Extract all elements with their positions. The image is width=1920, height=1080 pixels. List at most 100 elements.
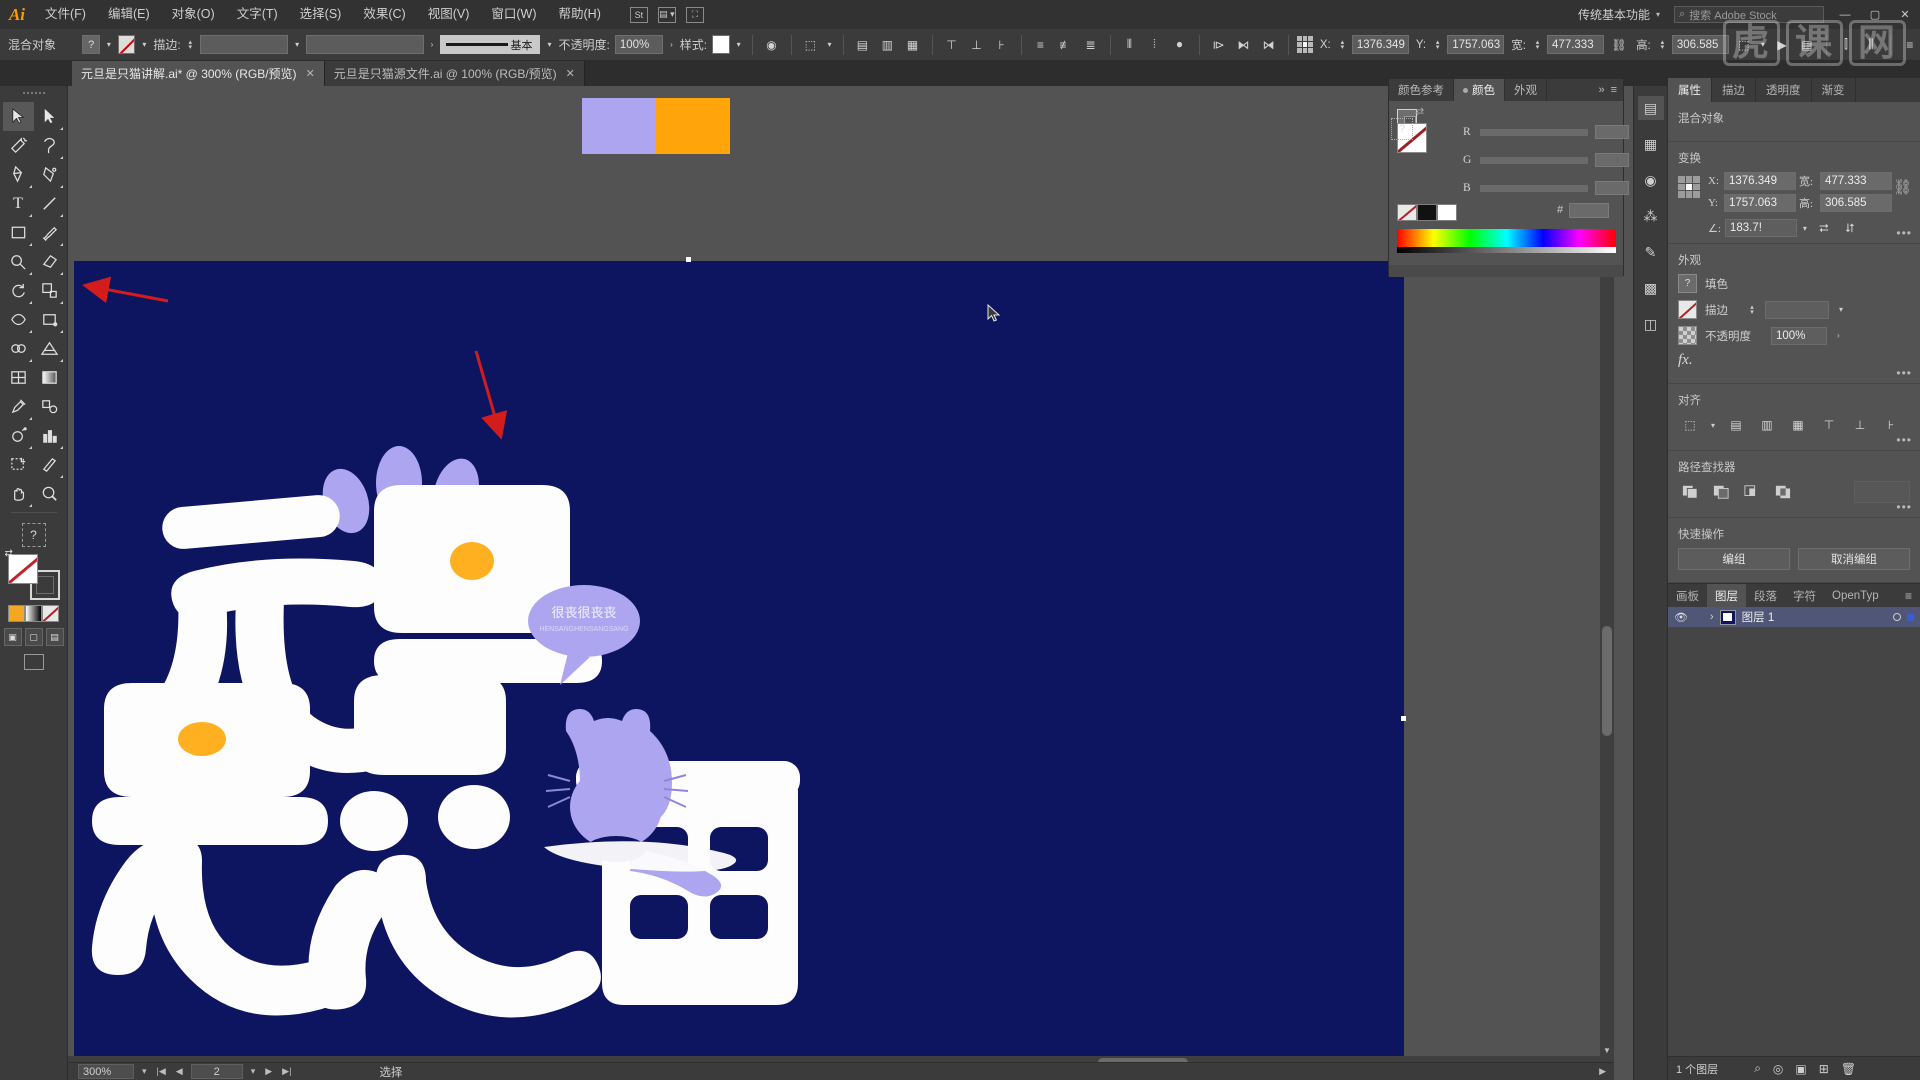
menu-type[interactable]: 文字(T) [226, 0, 289, 29]
stroke-variable-width-input[interactable] [306, 35, 424, 54]
status-menu-icon[interactable]: ▶ [1599, 1066, 1614, 1077]
distribute-center-icon[interactable]: ⦙ [1144, 34, 1164, 56]
type-tool[interactable]: T [3, 189, 34, 218]
collapse-panel-icon[interactable]: » [1598, 84, 1604, 96]
transform-flyout-icon[interactable]: ⬚ [1734, 34, 1754, 56]
draw-inside-icon[interactable]: ▤ [45, 628, 64, 646]
paintbrush-tool[interactable] [34, 218, 65, 247]
cp-none-swatch[interactable] [1397, 204, 1417, 221]
scale-tool[interactable] [34, 276, 65, 305]
stroke-swatch[interactable] [117, 35, 136, 54]
canvas-area[interactable]: 使用【矩形工具】绘制深蓝色矩形作为背景 [68, 86, 1614, 1056]
perspective-grid-tool[interactable] [34, 334, 65, 363]
shape-builder-tool[interactable] [3, 334, 34, 363]
prop-stroke-stepper[interactable]: ▴ ▾ [1747, 304, 1757, 316]
slice-tool[interactable] [34, 450, 65, 479]
fullscreen-icon[interactable]: ⛶ [685, 6, 704, 23]
arrange-documents-icon[interactable]: ▤ ▾ [657, 6, 676, 23]
stroke-caret-icon[interactable]: ▾ [140, 40, 148, 49]
appearance-opacity-icon[interactable] [1678, 326, 1697, 345]
hand-tool[interactable] [3, 479, 34, 508]
zoom-tool[interactable] [34, 479, 65, 508]
tab-character[interactable]: 字符 [1785, 584, 1824, 607]
line-segment-tool[interactable] [34, 189, 65, 218]
y-input[interactable]: 1757.063 [1447, 35, 1505, 54]
prop-stroke-weight-input[interactable] [1765, 300, 1829, 319]
close-button[interactable]: ✕ [1890, 0, 1920, 29]
lasso-tool[interactable] [34, 131, 65, 160]
color-grayscale-bar[interactable] [1397, 247, 1616, 253]
fill-swatch[interactable]: ? [82, 35, 100, 54]
vertical-scroll-thumb[interactable] [1602, 626, 1612, 736]
align-center-vertical-button[interactable]: ⊥ [1848, 414, 1872, 436]
swap-fill-stroke-icon[interactable]: ⇄ [5, 548, 13, 559]
align-right-button[interactable]: ▦ [1786, 414, 1810, 436]
maximize-button[interactable]: ▢ [1860, 0, 1890, 29]
x-stepper[interactable]: ▴ ▾ [1338, 39, 1347, 51]
rectangle-tool[interactable] [3, 218, 34, 247]
align-center-horizontal-button[interactable]: ▥ [1755, 414, 1779, 436]
first-artboard-icon[interactable]: |◀ [155, 1066, 168, 1077]
prop-y-input[interactable]: 1757.063 [1724, 194, 1796, 212]
pathfinder-icon[interactable]: ◫ [1638, 312, 1664, 336]
align-left-icon[interactable]: ▤ [852, 34, 872, 56]
width-tool[interactable] [3, 305, 34, 334]
layer-target-icon[interactable] [1893, 613, 1901, 621]
new-sublayer-icon[interactable]: ▣ [1795, 1062, 1806, 1076]
align-top-icon[interactable]: ⊤ [941, 34, 961, 56]
cp-swap-icon[interactable]: ⇄ [1415, 105, 1424, 118]
tab-appearance[interactable]: 外观 [1505, 79, 1547, 101]
distribute-top-icon[interactable]: ≡ [1030, 34, 1050, 56]
transform-reference-point[interactable] [1678, 176, 1700, 198]
tab-color-guide[interactable]: 颜色参考 [1389, 79, 1454, 101]
selection-tool[interactable] [2, 102, 34, 131]
tab-stroke[interactable]: 描边 [1712, 78, 1756, 102]
tab-color[interactable]: 颜色 [1454, 79, 1505, 101]
channel-input-r[interactable] [1595, 125, 1629, 139]
tab-2-close-icon[interactable]: ✕ [566, 67, 575, 80]
channel-input-b[interactable] [1595, 181, 1629, 195]
distribute-bottom-icon[interactable]: ≣ [1080, 34, 1100, 56]
column-graph-tool[interactable] [34, 421, 65, 450]
tab-gradient[interactable]: 渐变 [1812, 78, 1856, 102]
brushes-icon[interactable]: ✎ [1638, 240, 1664, 264]
tab-properties[interactable]: 属性 [1668, 78, 1712, 102]
direct-selection-tool[interactable] [34, 102, 65, 131]
menu-help[interactable]: 帮助(H) [548, 0, 612, 29]
menu-effect[interactable]: 效果(C) [352, 0, 416, 29]
document-tab-1[interactable]: 元旦是只猫讲解.ai* @ 300% (RGB/预览) ✕ [72, 61, 325, 86]
screen-mode-icon[interactable] [23, 654, 44, 670]
align-vertical-center-icon[interactable]: ⊥ [966, 34, 986, 56]
distribute-spacing-center-icon[interactable]: ⧑ [1233, 34, 1253, 56]
shaper-tool[interactable] [3, 247, 34, 276]
zoom-level-input[interactable]: 300% [78, 1064, 134, 1079]
mesh-tool[interactable] [3, 363, 34, 392]
artboard[interactable]: 很丧很丧丧 HENSANGHENSANGSANG [74, 257, 1406, 1056]
scroll-down-icon[interactable]: ▼ [1603, 1046, 1611, 1055]
color-panel-menu-icon[interactable]: ≡ [1611, 84, 1617, 96]
flip-vertical-icon[interactable]: ⮃ [1839, 217, 1861, 239]
prop-x-input[interactable]: 1376.349 [1724, 172, 1796, 190]
symbol-sprayer-tool[interactable] [3, 421, 34, 450]
pen-tool[interactable] [3, 160, 34, 189]
height-input[interactable]: 306.585 [1671, 35, 1729, 54]
swatches-icon[interactable]: ▩ [1638, 276, 1664, 300]
blend-tool[interactable] [34, 392, 65, 421]
last-artboard-icon[interactable]: ▶| [280, 1066, 293, 1077]
properties-icon[interactable]: ▤ [1637, 96, 1664, 120]
eyedropper-tool[interactable] [3, 392, 34, 421]
angle-caret-icon[interactable]: ▾ [1801, 224, 1809, 233]
distribute-right-icon[interactable]: ⦁ [1169, 34, 1189, 56]
locate-object-icon[interactable]: ⌕ [1754, 1061, 1761, 1076]
h-stepper[interactable]: ▴ ▾ [1658, 39, 1667, 51]
prop-width-input[interactable]: 477.333 [1820, 172, 1892, 190]
stroke-profile-selector[interactable]: 基本 [440, 35, 541, 54]
toolbar-drag-handle[interactable] [21, 92, 47, 99]
prop-height-input[interactable]: 306.585 [1820, 194, 1892, 212]
stroke-weight-input[interactable] [199, 35, 289, 54]
pathfinder-more-options[interactable]: ••• [1896, 500, 1912, 514]
draw-normal-icon[interactable]: ▣ [3, 628, 22, 646]
fill-caret-icon[interactable]: ▾ [105, 40, 113, 49]
opacity-flyout-icon[interactable]: › [668, 40, 675, 49]
stock-icon[interactable]: St [629, 6, 648, 23]
